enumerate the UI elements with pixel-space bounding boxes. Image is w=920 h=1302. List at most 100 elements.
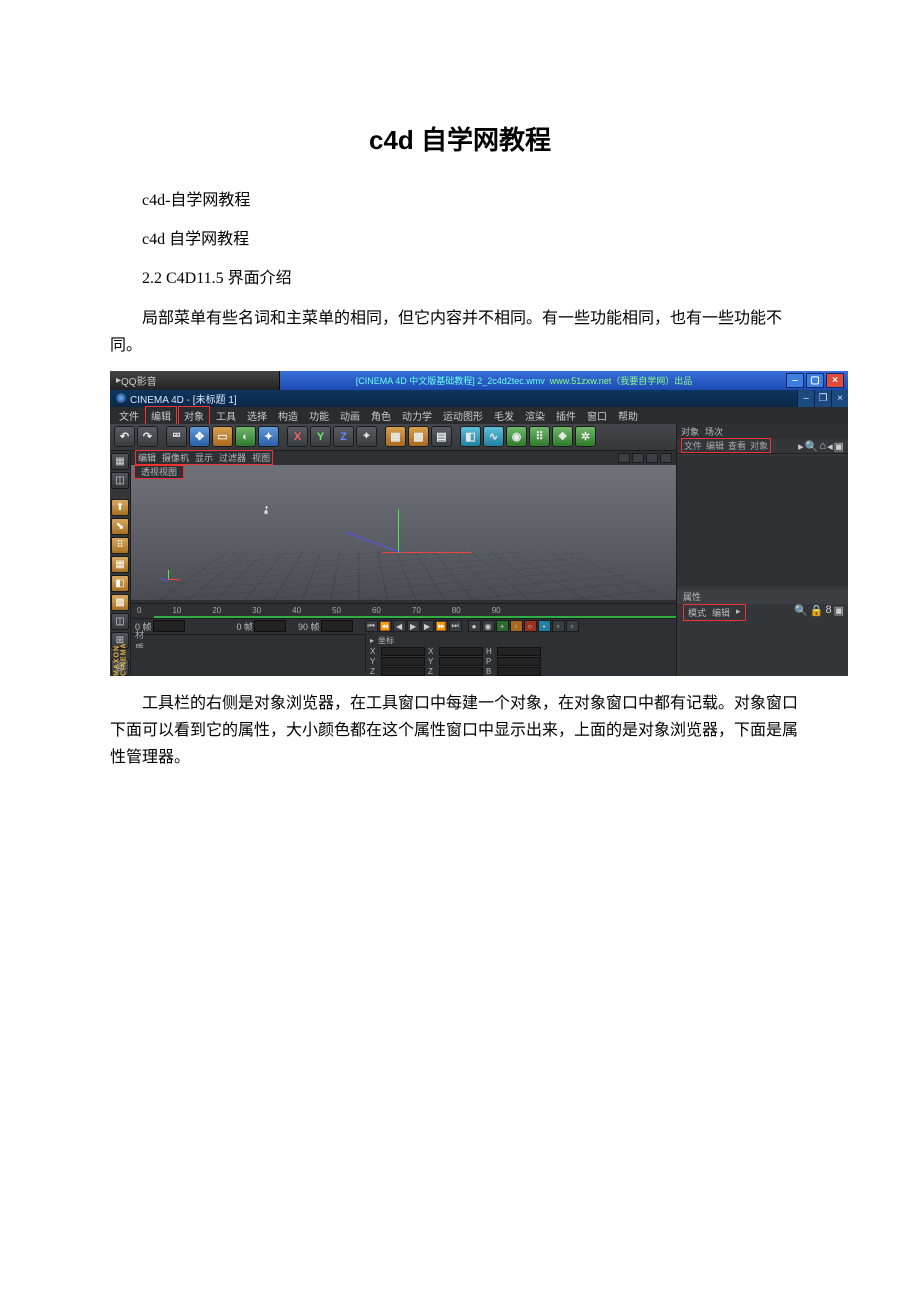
vp-filter[interactable]: 过滤器 <box>219 451 246 464</box>
inner-minimize-icon[interactable]: – <box>797 390 814 407</box>
pos-y[interactable] <box>381 657 425 666</box>
obj-object[interactable]: 对象 <box>750 439 768 452</box>
arrow-icon[interactable]: ▸ <box>798 440 804 453</box>
goto-start-icon[interactable]: ⏮ <box>365 620 378 632</box>
axis-icon[interactable]: ⬊ <box>111 518 129 535</box>
panel-icon[interactable]: ▣ <box>834 440 844 453</box>
render-pic-icon[interactable]: ▩ <box>408 426 429 447</box>
pos-x[interactable] <box>381 647 425 656</box>
menu-mograph[interactable]: 运动图形 <box>438 407 488 424</box>
size-y[interactable] <box>439 657 483 666</box>
frame-field[interactable] <box>321 620 353 632</box>
inner-close-icon[interactable]: × <box>831 390 848 407</box>
select-icon[interactable]: ⮹ <box>166 426 187 447</box>
prev-frame-icon[interactable]: ◀ <box>393 620 406 632</box>
deformer-icon[interactable]: ❖ <box>552 426 573 447</box>
play-icon[interactable]: ▶ <box>407 620 420 632</box>
size-z[interactable] <box>439 667 483 676</box>
vp-nav2-icon[interactable] <box>632 453 644 463</box>
vp-nav3-icon[interactable] <box>646 453 658 463</box>
scale-icon[interactable]: ▭ <box>212 426 233 447</box>
search-icon[interactable]: 🔍 <box>794 604 808 617</box>
menu-help[interactable]: 帮助 <box>613 407 643 424</box>
menu-anim[interactable]: 动画 <box>335 407 365 424</box>
frame-field[interactable] <box>254 620 286 632</box>
panel-icon[interactable]: ▣ <box>834 604 844 617</box>
z-lock-icon[interactable]: Z <box>333 426 354 447</box>
vp-camera[interactable]: 摄像机 <box>162 451 189 464</box>
menu-char[interactable]: 角色 <box>366 407 396 424</box>
menu-structure[interactable]: 构造 <box>273 407 303 424</box>
menu-hair[interactable]: 毛发 <box>489 407 519 424</box>
rot-b[interactable] <box>497 667 541 676</box>
prev-key-icon[interactable]: ⏪ <box>379 620 392 632</box>
live-select-icon[interactable]: ▦ <box>111 453 129 470</box>
last-tool-icon[interactable]: ✦ <box>258 426 279 447</box>
menu-tool[interactable]: 工具 <box>211 407 241 424</box>
object-list[interactable] <box>677 456 848 586</box>
close-icon[interactable]: × <box>826 373 844 388</box>
render-settings-icon[interactable]: ▤ <box>431 426 452 447</box>
vp-nav4-icon[interactable] <box>660 453 672 463</box>
pos-z[interactable] <box>381 667 425 676</box>
key-opt1-icon[interactable]: ▫ <box>552 620 565 632</box>
key-param-icon[interactable]: ▪ <box>538 620 551 632</box>
point-icon[interactable]: ⠿ <box>111 537 129 554</box>
vp-view[interactable]: 视图 <box>252 451 270 464</box>
menu-dyn[interactable]: 动力学 <box>397 407 437 424</box>
goto-end-icon[interactable]: ⏭ <box>449 620 462 632</box>
viewport[interactable]: ➶ <box>131 465 676 600</box>
key-rot-icon[interactable]: ○ <box>524 620 537 632</box>
key-pos-icon[interactable]: + <box>496 620 509 632</box>
attr-edit[interactable]: 编辑 <box>712 606 730 619</box>
next-frame-icon[interactable]: ▶ <box>421 620 434 632</box>
rotate-icon[interactable]: ◐ <box>235 426 256 447</box>
inner-maximize-icon[interactable]: ❐ <box>814 390 831 407</box>
flag-icon[interactable]: ◂ <box>827 440 833 453</box>
menu-function[interactable]: 功能 <box>304 407 334 424</box>
frame-field[interactable] <box>153 620 185 632</box>
y-lock-icon[interactable]: Y <box>310 426 331 447</box>
poly-icon[interactable]: ◧ <box>111 575 129 592</box>
make-editable-icon[interactable]: ◫ <box>111 472 129 489</box>
rot-h[interactable] <box>497 647 541 656</box>
coord-sys-icon[interactable]: ⌖ <box>356 426 377 447</box>
minimize-icon[interactable]: – <box>786 373 804 388</box>
menu-window[interactable]: 窗口 <box>582 407 612 424</box>
next-key-icon[interactable]: ⏩ <box>435 620 448 632</box>
environment-icon[interactable]: ✲ <box>575 426 596 447</box>
texture-icon[interactable]: ▩ <box>111 594 129 611</box>
menu-plugin[interactable]: 插件 <box>551 407 581 424</box>
vp-nav1-icon[interactable] <box>618 453 630 463</box>
nurbs-icon[interactable]: ◉ <box>506 426 527 447</box>
spline-icon[interactable]: ∿ <box>483 426 504 447</box>
maximize-icon[interactable]: ▢ <box>806 373 824 388</box>
array-icon[interactable]: ⠿ <box>529 426 550 447</box>
search-icon[interactable]: 🔍 <box>805 440 819 453</box>
menu-render[interactable]: 渲染 <box>520 407 550 424</box>
obj-file[interactable]: 文件 <box>684 439 702 452</box>
chevron-right-icon[interactable]: ▸ <box>736 606 741 619</box>
key-opt2-icon[interactable]: ▫ <box>566 620 579 632</box>
obj-edit[interactable]: 编辑 <box>706 439 724 452</box>
menu-select[interactable]: 选择 <box>242 407 272 424</box>
home-icon[interactable]: ⌂ <box>819 440 826 453</box>
tab-scene[interactable]: 场次 <box>705 425 723 438</box>
key-scale-icon[interactable]: ▫ <box>510 620 523 632</box>
x-lock-icon[interactable]: X <box>287 426 308 447</box>
timeline[interactable]: 0 10 20 30 40 50 60 70 80 90 <box>131 603 676 618</box>
autokey-icon[interactable]: ◉ <box>482 620 495 632</box>
edge-icon[interactable]: ▦ <box>111 556 129 573</box>
menu-file[interactable]: 文件 <box>114 407 144 424</box>
redo-icon[interactable]: ↷ <box>137 426 158 447</box>
cube-icon[interactable]: ◧ <box>460 426 481 447</box>
undo-icon[interactable]: ↶ <box>114 426 135 447</box>
menu-edit[interactable]: 编辑 <box>145 406 177 425</box>
menu-object[interactable]: 对象 <box>178 406 210 425</box>
vp-edit[interactable]: 编辑 <box>138 451 156 464</box>
attr-mode[interactable]: 模式 <box>688 606 706 619</box>
obj-view[interactable]: 查看 <box>728 439 746 452</box>
rot-p[interactable] <box>497 657 541 666</box>
numpad-icon[interactable]: 8 <box>825 604 831 617</box>
lock-icon[interactable]: 🔒 <box>810 604 824 617</box>
